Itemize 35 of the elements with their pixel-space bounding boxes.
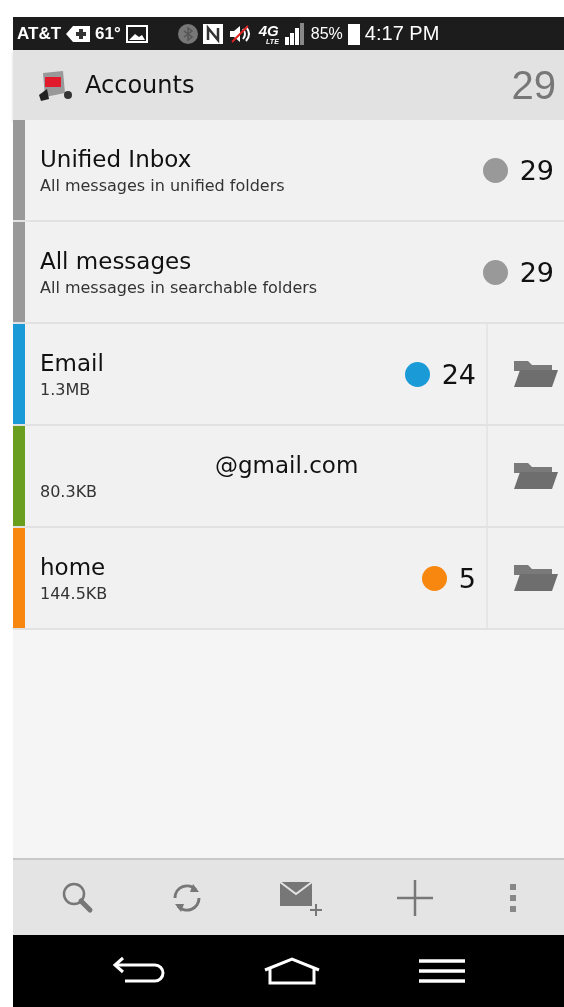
account-detail: 1.3MB [40,379,92,399]
unread-count: 24 [441,358,476,390]
unread-count: 5 [458,562,476,594]
clock: 4:17 PM [364,22,440,45]
account-name: Unified Inbox [40,145,193,172]
account-row[interactable]: Email 1.3MB 24 [13,324,564,426]
network-label: 4G [258,22,279,38]
unread-count: 29 [519,256,554,288]
account-name: All messages [40,247,193,274]
back-icon[interactable] [110,956,167,986]
add-icon[interactable] [394,877,435,918]
unread-count: 29 [519,154,554,186]
carrier-label: AT&T [17,23,62,44]
signal-icon [283,22,306,45]
account-name: home [40,553,107,580]
account-detail: All messages in searchable folders [40,277,319,297]
account-row[interactable]: Unified Inbox All messages in unified folders 29 [13,120,564,222]
account-row[interactable]: @gmail.com 80.3KB [13,426,564,528]
account-row[interactable]: home 144.5KB 5 [13,528,564,630]
account-detail: All messages in unified folders [40,175,286,195]
account-row[interactable]: All messages All messages in searchable folders 29 [13,222,564,324]
account-name: @gmail.com [214,451,360,478]
menu-icon[interactable] [416,958,467,984]
account-name: Email [40,349,105,376]
screen-title: Accounts [85,71,196,99]
battery-percent: 85% [310,24,343,43]
image-icon [125,24,148,43]
total-unread-count: 29 [511,62,556,108]
account-detail: 144.5KB [40,583,109,603]
temperature-label: 61° [95,23,121,44]
nfc-icon [202,23,223,44]
account-detail: 80.3KB [40,481,99,501]
bluetooth-icon [177,23,198,44]
battery-icon [347,22,360,45]
medical-cross-icon [66,24,91,43]
